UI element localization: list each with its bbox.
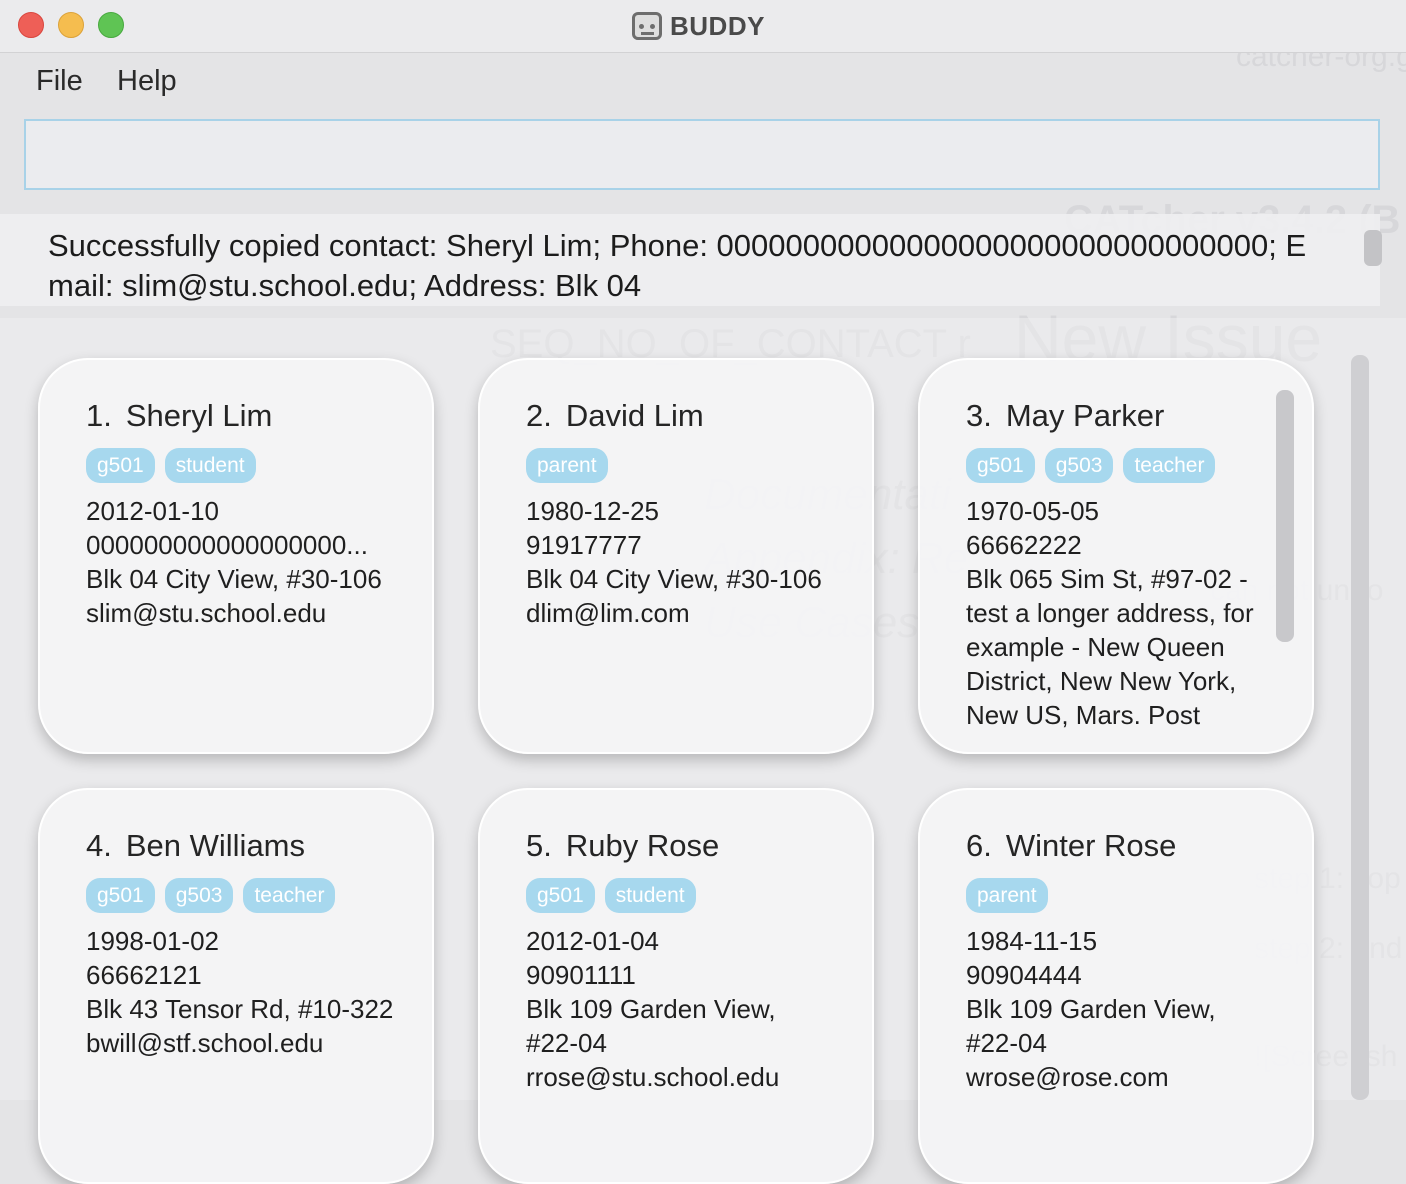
contact-index: 6. <box>966 828 992 863</box>
contact-phone: 90904444 <box>966 960 1082 990</box>
contact-card[interactable]: 1. Sheryl Lim g501 student 2012-01-10 000… <box>38 358 434 754</box>
tag: teacher <box>243 878 336 913</box>
tag-list: g501 g503 teacher <box>86 878 416 914</box>
contact-name-row: 6. Winter Rose <box>966 824 1266 868</box>
contact-list-scrollbar[interactable] <box>1351 355 1369 1100</box>
tag-list: parent <box>966 878 1266 914</box>
contact-card[interactable]: 3. May Parker g501 g503 teacher 1970-05-0… <box>918 358 1314 754</box>
contact-name-row: 3. May Parker <box>966 394 1262 438</box>
contact-birthday: 1984-11-15 <box>966 926 1098 956</box>
tag-list: g501 student <box>86 448 416 484</box>
contact-address: Blk 04 City View, #30-106 <box>526 564 822 594</box>
contact-email: bwill@stf.school.edu <box>86 1028 324 1058</box>
card-scrollbar[interactable] <box>1276 390 1294 642</box>
result-message: Successfully copied contact: Sheryl Lim;… <box>48 228 1307 303</box>
tag-list: parent <box>526 448 856 484</box>
close-window-button[interactable] <box>18 12 44 38</box>
tag: g501 <box>526 878 595 913</box>
contact-name: Sheryl Lim <box>125 398 273 433</box>
tag: g503 <box>164 878 234 913</box>
contact-name: David Lim <box>565 398 704 433</box>
contact-index: 3. <box>966 398 992 433</box>
tag: g503 <box>1044 448 1114 483</box>
contact-email: dlim@lim.com <box>526 598 690 628</box>
contact-card[interactable]: 4. Ben Williams g501 g503 teacher 1998-01… <box>38 788 434 1184</box>
contact-address: Blk 04 City View, #30-106 <box>86 564 382 594</box>
result-scrollbar[interactable] <box>1364 230 1382 266</box>
tag-list: g501 g503 teacher <box>966 448 1262 484</box>
contact-index: 1. <box>86 398 112 433</box>
tag-list: g501 student <box>526 878 826 914</box>
contact-birthday: 2012-01-10 <box>86 496 219 526</box>
contact-index: 4. <box>86 828 112 863</box>
contact-address: Blk 109 Garden View, #22-04 <box>526 994 776 1058</box>
contact-name: May Parker <box>1005 398 1165 433</box>
command-input[interactable] <box>24 119 1380 190</box>
contact-phone: 66662222 <box>966 530 1082 560</box>
result-display: Successfully copied contact: Sheryl Lim;… <box>0 214 1380 306</box>
tag: parent <box>966 878 1048 913</box>
contact-card[interactable]: 6. Winter Rose parent 1984-11-15 90904444… <box>918 788 1314 1184</box>
contact-birthday: 1970-05-05 <box>966 496 1099 526</box>
app-title-text: BUDDY <box>670 10 765 41</box>
contact-address: Blk 109 Garden View, #22-04 <box>966 994 1216 1058</box>
contact-card[interactable]: 5. Ruby Rose g501 student 2012-01-04 9090… <box>478 788 874 1184</box>
tag: teacher <box>1123 448 1216 483</box>
tag: g501 <box>966 448 1035 483</box>
contact-address: Blk 065 Sim St, #97-02 - test a longer a… <box>966 564 1254 730</box>
contact-email: slim@stu.school.edu <box>86 598 327 628</box>
menu-bar: File Help <box>0 53 1406 109</box>
contact-address-clip: Blk 065 Sim St, #97-02 - test a longer a… <box>966 562 1262 732</box>
contact-name-row: 2. David Lim <box>526 394 856 438</box>
tag: student <box>164 448 256 483</box>
contact-name-row: 5. Ruby Rose <box>526 824 826 868</box>
contact-phone: 90901111 <box>526 960 636 990</box>
tag: parent <box>526 448 608 483</box>
contact-name-row: 4. Ben Williams <box>86 824 416 868</box>
contact-name: Winter Rose <box>1005 828 1177 863</box>
zoom-window-button[interactable] <box>98 12 124 38</box>
app-logo-icon <box>632 12 662 40</box>
contact-phone: 91917777 <box>526 530 642 560</box>
contact-email: rrose@stu.school.edu <box>526 1062 780 1092</box>
menu-help[interactable]: Help <box>117 65 177 98</box>
contact-address: Blk 43 Tensor Rd, #10-322 <box>86 994 394 1024</box>
title-bar: BUDDY <box>0 0 1406 53</box>
tag: g501 <box>86 878 155 913</box>
contact-card[interactable]: 2. David Lim parent 1980-12-25 91917777 B… <box>478 358 874 754</box>
contact-birthday: 1980-12-25 <box>526 496 659 526</box>
app-title: BUDDY <box>632 6 765 46</box>
contact-phone: 66662121 <box>86 960 202 990</box>
contact-index: 2. <box>526 398 552 433</box>
contact-name: Ben Williams <box>125 828 306 863</box>
tag: student <box>604 878 696 913</box>
contact-birthday: 1998-01-02 <box>86 926 219 956</box>
menu-file[interactable]: File <box>36 65 83 98</box>
contact-index: 5. <box>526 828 552 863</box>
contact-email: wrose@rose.com <box>966 1062 1169 1092</box>
contact-phone: 000000000000000000... <box>86 530 368 560</box>
tag: g501 <box>86 448 155 483</box>
contact-name-row: 1. Sheryl Lim <box>86 394 416 438</box>
contact-birthday: 2012-01-04 <box>526 926 659 956</box>
contact-name: Ruby Rose <box>565 828 720 863</box>
minimize-window-button[interactable] <box>58 12 84 38</box>
